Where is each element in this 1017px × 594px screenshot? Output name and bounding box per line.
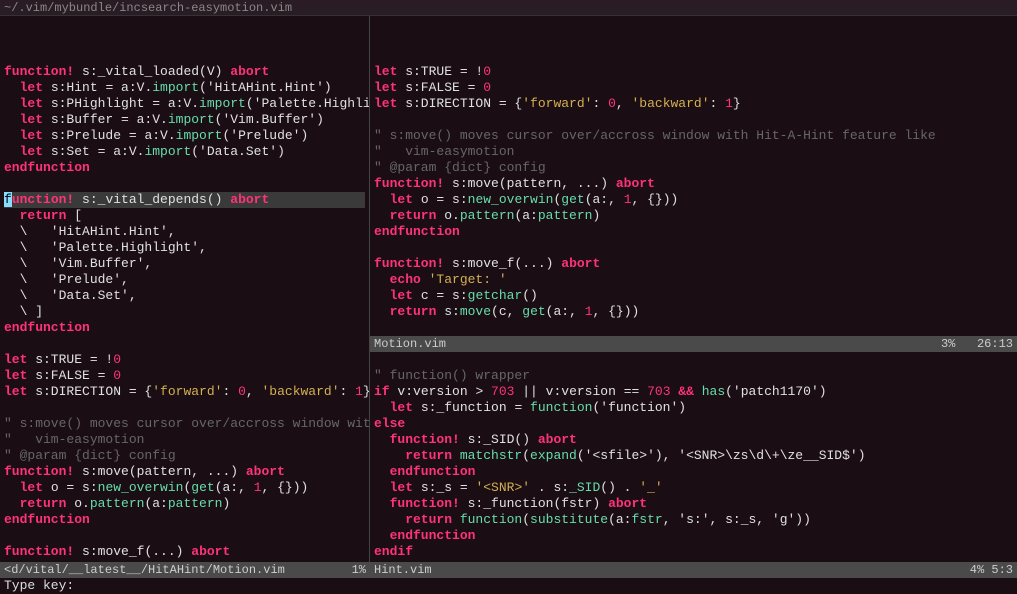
command-line[interactable]: Type key: (0, 578, 1017, 594)
right-bottom-status: Hint.vim 4% 5:3 (370, 562, 1017, 578)
right-top-code[interactable]: let s:TRUE = !0 let s:FALSE = 0 let s:DI… (370, 48, 1017, 336)
editor-container: function! s:_vital_loaded(V) abort let s… (0, 16, 1017, 562)
right-pane[interactable]: let s:TRUE = !0 let s:FALSE = 0 let s:DI… (370, 16, 1017, 562)
cursor: f (4, 192, 12, 207)
left-status: <d/vital/__latest__/HitAHint/Motion.vim … (0, 562, 370, 578)
tab-bar: ~/.vim/mybundle/incsearch-easymotion.vim (0, 0, 1017, 16)
bottom-status-row: <d/vital/__latest__/HitAHint/Motion.vim … (0, 562, 1017, 578)
cursor-line: function! s:_vital_depends() abort (4, 192, 365, 208)
right-top-status: Motion.vim 3% 26:13 (370, 336, 1017, 352)
status-file: Motion.vim (374, 336, 446, 352)
right-bottom-code[interactable]: " function() wrapper if v:version > 703 … (370, 352, 1017, 562)
left-pane[interactable]: function! s:_vital_loaded(V) abort let s… (0, 16, 370, 562)
left-code[interactable]: function! s:_vital_loaded(V) abort let s… (0, 48, 369, 562)
